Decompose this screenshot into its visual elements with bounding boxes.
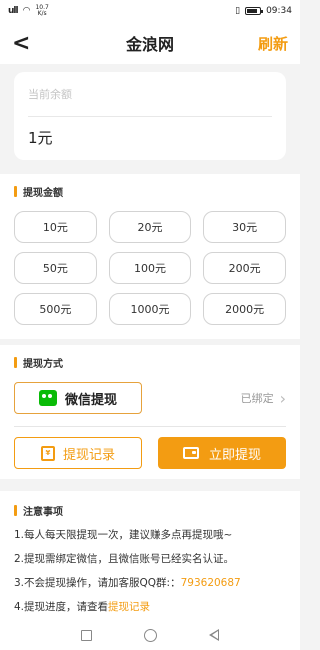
- battery-icon: [245, 7, 264, 15]
- amount-grid: 10元 20元 30元 50元 100元 200元 500元 1000元 200…: [14, 211, 286, 329]
- balance-section: 当前余额 1元: [0, 64, 300, 168]
- amount-option-500[interactable]: 500元: [14, 293, 97, 325]
- amount-section: 提现金额 10元 20元 30元 50元 100元 200元 500元 1000…: [0, 174, 300, 339]
- refresh-button[interactable]: 刷新: [258, 33, 288, 54]
- notes-section: 注意事项 1.每人每天限提现一次，建议赚多点再提现哦~ 2.提现需绑定微信，且微…: [0, 491, 300, 632]
- title-accent-bar: [14, 186, 17, 197]
- wechat-icon: [38, 390, 57, 406]
- balance-value: 1元: [28, 129, 53, 147]
- qq-group-number[interactable]: 793620687: [181, 577, 241, 589]
- status-bar: ull ◠ 10.7 K/s ▯ 09:34: [0, 0, 300, 22]
- method-section-title: 提现方式: [14, 355, 286, 370]
- system-navigation-bar: [0, 620, 300, 650]
- bound-status-text: 已绑定: [240, 392, 274, 405]
- wifi-icon: ◠: [22, 6, 31, 16]
- status-left: ull ◠ 10.7 K/s: [8, 5, 49, 17]
- network-speed: 10.7 K/s: [35, 5, 48, 17]
- withdraw-now-button[interactable]: 立即提现: [158, 437, 286, 469]
- amount-option-50[interactable]: 50元: [14, 252, 97, 284]
- wechat-withdraw-button[interactable]: 微信提现: [14, 382, 142, 414]
- header-bar: < 金浪网 刷新: [0, 22, 300, 64]
- title-accent-bar: [14, 505, 17, 516]
- action-row: ¥ 提现记录 立即提现: [14, 437, 286, 469]
- note-item-3-text: 3.不会提现操作，请加客服QQ群:：: [14, 577, 181, 589]
- note-item-3: 3.不会提现操作，请加客服QQ群:：793620687: [14, 576, 286, 590]
- withdraw-now-label: 立即提现: [208, 447, 261, 463]
- amount-option-30[interactable]: 30元: [203, 211, 286, 243]
- withdraw-record-button[interactable]: ¥ 提现记录: [14, 437, 142, 469]
- amount-option-1000[interactable]: 1000元: [108, 293, 192, 325]
- chevron-right-icon: ›: [279, 388, 286, 408]
- amount-option-10[interactable]: 10元: [14, 211, 97, 243]
- withdraw-record-label: 提现记录: [62, 447, 115, 463]
- balance-label: 当前余额: [28, 88, 72, 101]
- network-speed-unit: K/s: [37, 10, 47, 17]
- wallet-icon: [182, 447, 199, 459]
- notes-title-text: 注意事项: [23, 507, 63, 518]
- page-title: 金浪网: [125, 35, 174, 54]
- vibrate-icon: ▯: [235, 6, 241, 16]
- wechat-withdraw-label: 微信提现: [64, 392, 117, 408]
- notes-section-title: 注意事项: [14, 503, 286, 518]
- note-item-1: 1.每人每天限提现一次，建议赚多点再提现哦~: [14, 529, 233, 541]
- amount-option-20[interactable]: 20元: [108, 211, 192, 243]
- note-item-4-text: 4.提现进度，请查看: [14, 601, 109, 613]
- nav-back-icon[interactable]: [209, 629, 219, 641]
- back-icon[interactable]: <: [12, 31, 30, 56]
- record-icon: ¥: [40, 445, 55, 461]
- divider: [28, 116, 272, 117]
- signal-icon: ull: [8, 6, 19, 16]
- nav-recent-icon[interactable]: [81, 629, 92, 641]
- amount-option-2000[interactable]: 2000元: [203, 293, 286, 325]
- method-section: 提现方式 微信提现 已绑定 › ¥ 提现记录 立即提现: [0, 345, 300, 479]
- nav-home-icon[interactable]: [144, 628, 157, 642]
- divider: [14, 426, 286, 427]
- note-item-2: 2.提现需绑定微信，且微信账号已经实名认证。: [14, 553, 235, 565]
- method-row: 微信提现 已绑定 ›: [14, 382, 286, 414]
- amount-option-200[interactable]: 200元: [203, 252, 286, 284]
- amount-section-title: 提现金额: [14, 184, 286, 199]
- method-title-text: 提现方式: [23, 359, 63, 370]
- amount-title-text: 提现金额: [23, 188, 63, 199]
- status-right: ▯ 09:34: [235, 6, 292, 16]
- balance-card: 当前余额 1元: [14, 72, 286, 160]
- withdraw-record-link[interactable]: 提现记录: [108, 601, 150, 613]
- status-time: 09:34: [266, 6, 292, 16]
- title-accent-bar: [14, 357, 17, 368]
- note-item-4: 4.提现进度，请查看提现记录: [14, 600, 286, 614]
- amount-option-100[interactable]: 100元: [108, 252, 192, 284]
- bound-status[interactable]: 已绑定 ›: [241, 389, 286, 408]
